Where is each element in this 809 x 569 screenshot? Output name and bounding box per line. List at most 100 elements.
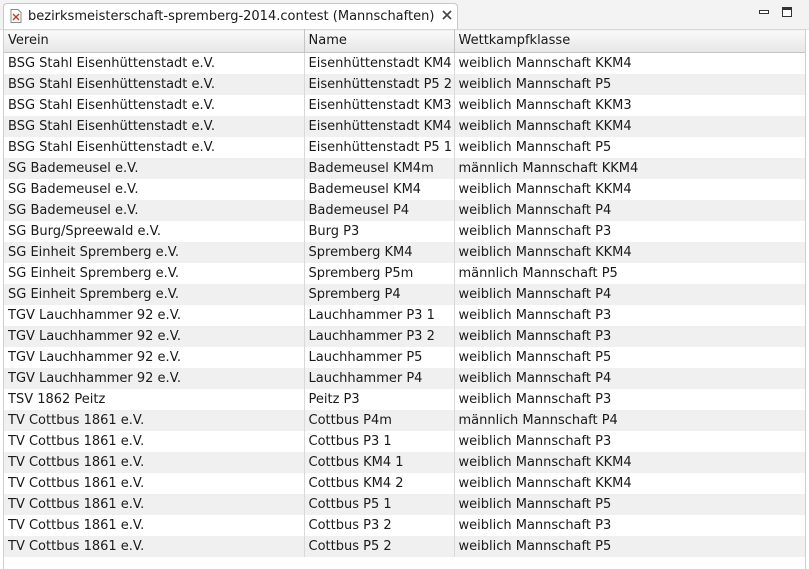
table-row[interactable]: TGV Lauchhammer 92 e.V. Lauchhammer P3 1w… [4, 305, 805, 326]
cell-wettkampfklasse[interactable]: weiblich Mannschaft P5 [454, 536, 805, 557]
cell-wettkampfklasse[interactable]: weiblich Mannschaft P3 [454, 305, 805, 326]
cell-wettkampfklasse[interactable]: männlich Mannschaft P5 [454, 263, 805, 284]
table-row[interactable]: TV Cottbus 1861 e.V. Cottbus P3 1 weiblich… [4, 431, 805, 452]
minimize-icon[interactable] [758, 6, 770, 18]
cell-verein[interactable]: TV Cottbus 1861 e.V. [4, 494, 305, 515]
cell-name[interactable]: Peitz P3 [304, 389, 455, 410]
cell-verein[interactable]: TV Cottbus 1861 e.V. [4, 515, 305, 536]
editor-tab[interactable]: bezirksmeisterschaft-spremberg-2014.cont… [3, 3, 458, 29]
cell-verein[interactable]: TGV Lauchhammer 92 e.V. [4, 326, 305, 347]
cell-wettkampfklasse[interactable]: männlich Mannschaft P4 [454, 410, 805, 431]
table-row[interactable]: SG Bademeusel e.V. Bademeusel KM4m männlic… [4, 158, 805, 179]
cell-verein[interactable]: TSV 1862 Peitz [4, 389, 305, 410]
cell-verein[interactable]: SG Bademeusel e.V. [4, 179, 305, 200]
cell-name[interactable]: Lauchhammer P4 [304, 368, 455, 389]
maximize-icon[interactable] [781, 6, 793, 18]
cell-verein[interactable]: SG Bademeusel e.V. [4, 158, 305, 179]
cell-name[interactable]: Bademeusel KM4 [304, 179, 455, 200]
cell-verein[interactable]: SG Bademeusel e.V. [4, 200, 305, 221]
cell-name[interactable]: Eisenhüttenstadt KM4 [304, 116, 455, 137]
cell-verein[interactable]: BSG Stahl Eisenhüttenstadt e.V. [4, 74, 305, 95]
cell-wettkampfklasse[interactable]: weiblich Mannschaft KKM4 [454, 242, 805, 263]
table-row[interactable]: BSG Stahl Eisenhüttenstadt e.V. Eisenhütt… [4, 116, 805, 137]
cell-name[interactable]: Lauchhammer P3 1 [304, 305, 455, 326]
column-header-wettkampfklasse[interactable]: Wettkampfklasse [454, 29, 805, 53]
table-row[interactable]: SG Bademeusel e.V. Bademeusel P4 weiblich … [4, 200, 805, 221]
cell-wettkampfklasse[interactable]: männlich Mannschaft KKM4 [454, 158, 805, 179]
cell-verein[interactable]: TGV Lauchhammer 92 e.V. [4, 368, 305, 389]
cell-wettkampfklasse[interactable]: weiblich Mannschaft P4 [454, 368, 805, 389]
cell-name[interactable]: Cottbus P3 2 [304, 515, 455, 536]
cell-verein[interactable]: BSG Stahl Eisenhüttenstadt e.V. [4, 116, 305, 137]
cell-name[interactable]: Bademeusel P4 [304, 200, 455, 221]
table-row[interactable]: SG Einheit Spremberg e.V. Spremberg P5m mä… [4, 263, 805, 284]
close-icon[interactable] [441, 9, 453, 21]
cell-wettkampfklasse[interactable]: weiblich Mannschaft KKM4 [454, 52, 805, 74]
cell-verein[interactable]: SG Einheit Spremberg e.V. [4, 263, 305, 284]
cell-verein[interactable]: SG Burg/Spreewald e.V. [4, 221, 305, 242]
table-row[interactable]: SG Bademeusel e.V. Bademeusel KM4 weiblich… [4, 179, 805, 200]
cell-wettkampfklasse[interactable]: weiblich Mannschaft KKM4 [454, 116, 805, 137]
cell-name[interactable]: Cottbus KM4 1 [304, 452, 455, 473]
table-row[interactable]: SG Einheit Spremberg e.V. Spremberg P4 wei… [4, 284, 805, 305]
table-row[interactable]: BSG Stahl Eisenhüttenstadt e.V. Eisenhütt… [4, 74, 805, 95]
cell-name[interactable]: Cottbus P3 1 [304, 431, 455, 452]
table-row[interactable]: BSG Stahl Eisenhüttenstadt e.V. Eisenhütt… [4, 52, 805, 74]
cell-name[interactable]: Lauchhammer P3 2 [304, 326, 455, 347]
cell-verein[interactable]: SG Einheit Spremberg e.V. [4, 242, 305, 263]
cell-name[interactable]: Eisenhüttenstadt P5 1 [304, 137, 455, 158]
cell-name[interactable]: Eisenhüttenstadt KM3 [304, 95, 455, 116]
cell-verein[interactable]: TV Cottbus 1861 e.V. [4, 431, 305, 452]
table-row[interactable]: TV Cottbus 1861 e.V. Cottbus KM4 1 weiblic… [4, 452, 805, 473]
cell-wettkampfklasse[interactable]: weiblich Mannschaft KKM4 [454, 452, 805, 473]
cell-name[interactable]: Cottbus P5 2 [304, 536, 455, 557]
cell-verein[interactable]: TV Cottbus 1861 e.V. [4, 473, 305, 494]
cell-wettkampfklasse[interactable]: weiblich Mannschaft P3 [454, 221, 805, 242]
cell-wettkampfklasse[interactable]: weiblich Mannschaft P3 [454, 431, 805, 452]
cell-name[interactable]: Cottbus KM4 2 [304, 473, 455, 494]
table-row[interactable]: TV Cottbus 1861 e.V. Cottbus P4m männlich … [4, 410, 805, 431]
cell-name[interactable]: Bademeusel KM4m [304, 158, 455, 179]
cell-verein[interactable]: TV Cottbus 1861 e.V. [4, 410, 305, 431]
cell-name[interactable]: Spremberg P5m [304, 263, 455, 284]
cell-verein[interactable]: TGV Lauchhammer 92 e.V. [4, 347, 305, 368]
cell-wettkampfklasse[interactable]: weiblich Mannschaft P3 [454, 515, 805, 536]
table-row[interactable]: SG Einheit Spremberg e.V. Spremberg KM4 we… [4, 242, 805, 263]
cell-verein[interactable]: TV Cottbus 1861 e.V. [4, 536, 305, 557]
table-row[interactable]: TV Cottbus 1861 e.V. Cottbus P5 2 weiblich… [4, 536, 805, 557]
column-header-name[interactable]: Name [304, 29, 455, 53]
cell-wettkampfklasse[interactable]: weiblich Mannschaft P5 [454, 494, 805, 515]
table-row[interactable]: BSG Stahl Eisenhüttenstadt e.V. Eisenhütt… [4, 95, 805, 116]
table-row[interactable]: TV Cottbus 1861 e.V. Cottbus P3 2 weiblich… [4, 515, 805, 536]
cell-name[interactable]: Cottbus P4m [304, 410, 455, 431]
cell-name[interactable]: Cottbus P5 1 [304, 494, 455, 515]
cell-verein[interactable]: BSG Stahl Eisenhüttenstadt e.V. [4, 137, 305, 158]
cell-wettkampfklasse[interactable]: weiblich Mannschaft P3 [454, 326, 805, 347]
table-row[interactable]: TGV Lauchhammer 92 e.V. Lauchhammer P3 2w… [4, 326, 805, 347]
table-row[interactable]: TGV Lauchhammer 92 e.V. Lauchhammer P4 wei… [4, 368, 805, 389]
cell-verein[interactable]: SG Einheit Spremberg e.V. [4, 284, 305, 305]
cell-name[interactable]: Spremberg P4 [304, 284, 455, 305]
cell-wettkampfklasse[interactable]: weiblich Mannschaft P5 [454, 347, 805, 368]
cell-wettkampfklasse[interactable]: weiblich Mannschaft KKM4 [454, 179, 805, 200]
cell-wettkampfklasse[interactable]: weiblich Mannschaft P4 [454, 284, 805, 305]
cell-wettkampfklasse[interactable]: weiblich Mannschaft P4 [454, 200, 805, 221]
cell-name[interactable]: Lauchhammer P5 [304, 347, 455, 368]
cell-name[interactable]: Spremberg KM4 [304, 242, 455, 263]
cell-wettkampfklasse[interactable]: weiblich Mannschaft KKM3 [454, 95, 805, 116]
table-row[interactable]: TGV Lauchhammer 92 e.V. Lauchhammer P5 wei… [4, 347, 805, 368]
table-row[interactable]: TV Cottbus 1861 e.V. Cottbus KM4 2 weiblic… [4, 473, 805, 494]
table-row[interactable]: BSG Stahl Eisenhüttenstadt e.V. Eisenhütt… [4, 137, 805, 158]
table-row[interactable]: SG Burg/Spreewald e.V. Burg P3 weiblich Ma… [4, 221, 805, 242]
cell-wettkampfklasse[interactable]: weiblich Mannschaft KKM4 [454, 473, 805, 494]
table-row[interactable]: TV Cottbus 1861 e.V. Cottbus P5 1 weiblich… [4, 494, 805, 515]
cell-name[interactable]: Eisenhüttenstadt KM4 [304, 52, 455, 74]
cell-wettkampfklasse[interactable]: weiblich Mannschaft P5 [454, 137, 805, 158]
cell-name[interactable]: Burg P3 [304, 221, 455, 242]
cell-verein[interactable]: BSG Stahl Eisenhüttenstadt e.V. [4, 95, 305, 116]
column-header-verein[interactable]: Verein [4, 29, 305, 53]
cell-verein[interactable]: TV Cottbus 1861 e.V. [4, 452, 305, 473]
cell-name[interactable]: Eisenhüttenstadt P5 2 [304, 74, 455, 95]
cell-wettkampfklasse[interactable]: weiblich Mannschaft P3 [454, 389, 805, 410]
cell-verein[interactable]: BSG Stahl Eisenhüttenstadt e.V. [4, 52, 305, 74]
